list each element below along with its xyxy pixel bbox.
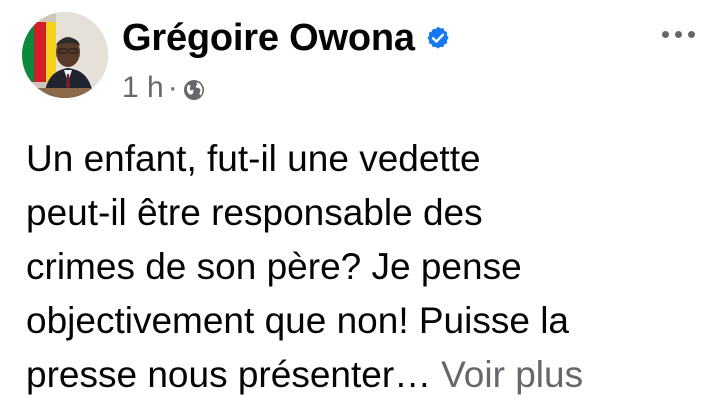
author-avatar[interactable] (22, 12, 108, 98)
post-text-line: crimes de son père? Je pense (26, 246, 522, 287)
see-more-link[interactable]: Voir plus (441, 354, 583, 395)
author-name[interactable]: Grégoire Owona (122, 14, 415, 62)
verified-badge-icon (425, 25, 451, 51)
post-text-line: Un enfant, fut-il une vedette (26, 138, 481, 179)
author-header: Grégoire Owona (122, 14, 451, 62)
globe-icon (182, 76, 206, 100)
avatar-image (22, 12, 108, 98)
post-text-line: peut-il être responsable des (26, 192, 483, 233)
facebook-post: Grégoire Owona 1 h · Un enfant, fut-il u… (0, 0, 720, 409)
more-options-icon (661, 30, 695, 38)
post-body: Un enfant, fut-il une vedette peut-il êt… (26, 132, 706, 402)
more-options-button[interactable] (654, 16, 702, 52)
post-meta: 1 h · (122, 70, 206, 106)
post-text-last-line: presse nous présenter… Voir plus (26, 348, 706, 402)
post-text-line: objectivement que non! Puisse la (26, 300, 570, 341)
post-text-line: presse nous présenter… (26, 354, 432, 395)
meta-separator: · (167, 71, 178, 104)
post-timestamp[interactable]: 1 h (122, 71, 164, 105)
